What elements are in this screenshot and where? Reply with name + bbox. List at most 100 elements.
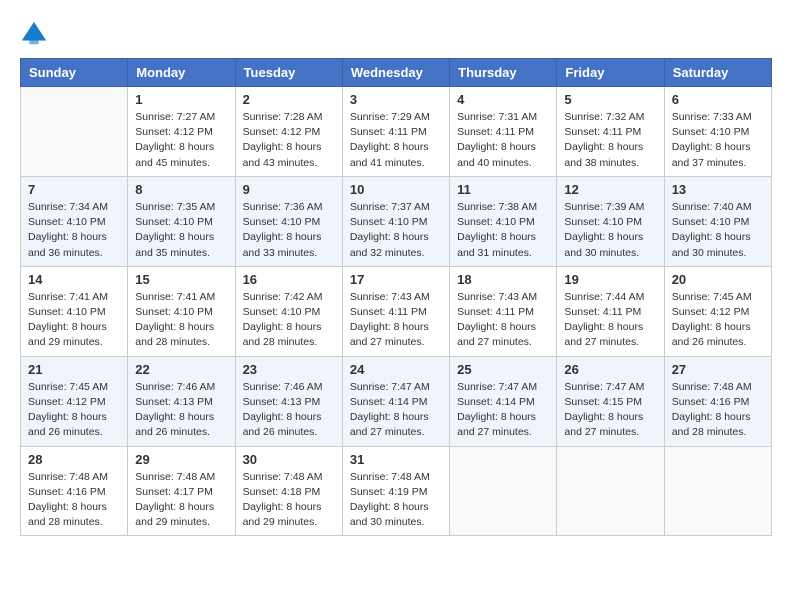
- day-info: Sunrise: 7:48 AMSunset: 4:18 PMDaylight:…: [243, 470, 335, 531]
- day-info: Sunrise: 7:41 AMSunset: 4:10 PMDaylight:…: [28, 290, 120, 351]
- day-number: 17: [350, 272, 442, 287]
- day-info: Sunrise: 7:48 AMSunset: 4:16 PMDaylight:…: [672, 380, 764, 441]
- calendar-cell: [21, 87, 128, 177]
- calendar-week-row: 1 Sunrise: 7:27 AMSunset: 4:12 PMDaylight…: [21, 87, 772, 177]
- calendar-cell: 31 Sunrise: 7:48 AMSunset: 4:19 PMDayligh…: [342, 446, 449, 536]
- calendar-cell: 20 Sunrise: 7:45 AMSunset: 4:12 PMDayligh…: [664, 266, 771, 356]
- day-info: Sunrise: 7:45 AMSunset: 4:12 PMDaylight:…: [28, 380, 120, 441]
- day-info: Sunrise: 7:41 AMSunset: 4:10 PMDaylight:…: [135, 290, 227, 351]
- calendar-cell: 23Sunrise: 7:46 AMSunset: 4:13 PMDayligh…: [235, 356, 342, 446]
- calendar-cell: 25Sunrise: 7:47 AMSunset: 4:14 PMDayligh…: [450, 356, 557, 446]
- calendar-cell: 13 Sunrise: 7:40 AMSunset: 4:10 PMDayligh…: [664, 176, 771, 266]
- day-info: Sunrise: 7:43 AMSunset: 4:11 PMDaylight:…: [350, 290, 442, 351]
- day-number: 8: [135, 182, 227, 197]
- day-number: 25: [457, 362, 549, 377]
- day-number: 27: [672, 362, 764, 377]
- day-info: Sunrise: 7:45 AMSunset: 4:12 PMDaylight:…: [672, 290, 764, 351]
- calendar-header-saturday: Saturday: [664, 59, 771, 87]
- day-number: 26: [564, 362, 656, 377]
- day-info: Sunrise: 7:47 AMSunset: 4:14 PMDaylight:…: [350, 380, 442, 441]
- day-info: Sunrise: 7:48 AMSunset: 4:19 PMDaylight:…: [350, 470, 442, 531]
- day-number: 29: [135, 452, 227, 467]
- calendar-cell: [664, 446, 771, 536]
- calendar-cell: 12 Sunrise: 7:39 AMSunset: 4:10 PMDayligh…: [557, 176, 664, 266]
- calendar-week-row: 21 Sunrise: 7:45 AMSunset: 4:12 PMDayligh…: [21, 356, 772, 446]
- day-number: 2: [243, 92, 335, 107]
- calendar-cell: 26 Sunrise: 7:47 AMSunset: 4:15 PMDayligh…: [557, 356, 664, 446]
- calendar-cell: 4 Sunrise: 7:31 AMSunset: 4:11 PMDaylight…: [450, 87, 557, 177]
- day-info: Sunrise: 7:34 AMSunset: 4:10 PMDaylight:…: [28, 200, 120, 261]
- calendar-cell: 1 Sunrise: 7:27 AMSunset: 4:12 PMDaylight…: [128, 87, 235, 177]
- day-number: 10: [350, 182, 442, 197]
- calendar-cell: 30 Sunrise: 7:48 AMSunset: 4:18 PMDayligh…: [235, 446, 342, 536]
- day-info: Sunrise: 7:36 AMSunset: 4:10 PMDaylight:…: [243, 200, 335, 261]
- day-info: Sunrise: 7:35 AMSunset: 4:10 PMDaylight:…: [135, 200, 227, 261]
- day-info: Sunrise: 7:47 AMSunset: 4:15 PMDaylight:…: [564, 380, 656, 441]
- calendar-cell: 14Sunrise: 7:41 AMSunset: 4:10 PMDayligh…: [21, 266, 128, 356]
- calendar-week-row: 28Sunrise: 7:48 AMSunset: 4:16 PMDayligh…: [21, 446, 772, 536]
- day-info: Sunrise: 7:28 AMSunset: 4:12 PMDaylight:…: [243, 110, 335, 171]
- calendar-week-row: 14Sunrise: 7:41 AMSunset: 4:10 PMDayligh…: [21, 266, 772, 356]
- calendar-header-friday: Friday: [557, 59, 664, 87]
- day-number: 1: [135, 92, 227, 107]
- day-number: 6: [672, 92, 764, 107]
- day-number: 11: [457, 182, 549, 197]
- calendar-cell: 2 Sunrise: 7:28 AMSunset: 4:12 PMDaylight…: [235, 87, 342, 177]
- day-info: Sunrise: 7:48 AMSunset: 4:17 PMDaylight:…: [135, 470, 227, 531]
- calendar-header-tuesday: Tuesday: [235, 59, 342, 87]
- calendar-cell: 16 Sunrise: 7:42 AMSunset: 4:10 PMDayligh…: [235, 266, 342, 356]
- calendar-cell: 18Sunrise: 7:43 AMSunset: 4:11 PMDayligh…: [450, 266, 557, 356]
- day-number: 12: [564, 182, 656, 197]
- logo-icon: [20, 20, 48, 48]
- day-info: Sunrise: 7:46 AMSunset: 4:13 PMDaylight:…: [243, 380, 335, 441]
- calendar-cell: 22 Sunrise: 7:46 AMSunset: 4:13 PMDayligh…: [128, 356, 235, 446]
- day-info: Sunrise: 7:29 AMSunset: 4:11 PMDaylight:…: [350, 110, 442, 171]
- calendar-cell: 21 Sunrise: 7:45 AMSunset: 4:12 PMDayligh…: [21, 356, 128, 446]
- day-number: 22: [135, 362, 227, 377]
- day-number: 31: [350, 452, 442, 467]
- calendar-header-wednesday: Wednesday: [342, 59, 449, 87]
- day-number: 5: [564, 92, 656, 107]
- calendar-cell: 27 Sunrise: 7:48 AMSunset: 4:16 PMDayligh…: [664, 356, 771, 446]
- day-number: 4: [457, 92, 549, 107]
- day-info: Sunrise: 7:46 AMSunset: 4:13 PMDaylight:…: [135, 380, 227, 441]
- calendar-week-row: 7 Sunrise: 7:34 AMSunset: 4:10 PMDaylight…: [21, 176, 772, 266]
- day-number: 19: [564, 272, 656, 287]
- calendar-cell: 5Sunrise: 7:32 AMSunset: 4:11 PMDaylight…: [557, 87, 664, 177]
- calendar-cell: 24Sunrise: 7:47 AMSunset: 4:14 PMDayligh…: [342, 356, 449, 446]
- day-info: Sunrise: 7:38 AMSunset: 4:10 PMDaylight:…: [457, 200, 549, 261]
- calendar-cell: 7 Sunrise: 7:34 AMSunset: 4:10 PMDaylight…: [21, 176, 128, 266]
- calendar-cell: 15 Sunrise: 7:41 AMSunset: 4:10 PMDayligh…: [128, 266, 235, 356]
- day-info: Sunrise: 7:39 AMSunset: 4:10 PMDaylight:…: [564, 200, 656, 261]
- calendar-cell: 10Sunrise: 7:37 AMSunset: 4:10 PMDayligh…: [342, 176, 449, 266]
- calendar-header-thursday: Thursday: [450, 59, 557, 87]
- day-number: 15: [135, 272, 227, 287]
- day-info: Sunrise: 7:33 AMSunset: 4:10 PMDaylight:…: [672, 110, 764, 171]
- calendar-cell: 6 Sunrise: 7:33 AMSunset: 4:10 PMDaylight…: [664, 87, 771, 177]
- day-info: Sunrise: 7:40 AMSunset: 4:10 PMDaylight:…: [672, 200, 764, 261]
- day-number: 21: [28, 362, 120, 377]
- day-number: 20: [672, 272, 764, 287]
- day-number: 30: [243, 452, 335, 467]
- day-info: Sunrise: 7:27 AMSunset: 4:12 PMDaylight:…: [135, 110, 227, 171]
- day-info: Sunrise: 7:42 AMSunset: 4:10 PMDaylight:…: [243, 290, 335, 351]
- calendar-cell: 17 Sunrise: 7:43 AMSunset: 4:11 PMDayligh…: [342, 266, 449, 356]
- day-info: Sunrise: 7:48 AMSunset: 4:16 PMDaylight:…: [28, 470, 120, 531]
- day-info: Sunrise: 7:31 AMSunset: 4:11 PMDaylight:…: [457, 110, 549, 171]
- calendar-header-sunday: Sunday: [21, 59, 128, 87]
- calendar-header-row: SundayMondayTuesdayWednesdayThursdayFrid…: [21, 59, 772, 87]
- calendar-cell: 19 Sunrise: 7:44 AMSunset: 4:11 PMDayligh…: [557, 266, 664, 356]
- day-info: Sunrise: 7:44 AMSunset: 4:11 PMDaylight:…: [564, 290, 656, 351]
- calendar-cell: 11 Sunrise: 7:38 AMSunset: 4:10 PMDayligh…: [450, 176, 557, 266]
- day-number: 3: [350, 92, 442, 107]
- logo: [20, 20, 52, 48]
- day-number: 13: [672, 182, 764, 197]
- calendar-cell: 28Sunrise: 7:48 AMSunset: 4:16 PMDayligh…: [21, 446, 128, 536]
- day-number: 16: [243, 272, 335, 287]
- page-header: [20, 20, 772, 48]
- calendar-cell: 8 Sunrise: 7:35 AMSunset: 4:10 PMDaylight…: [128, 176, 235, 266]
- calendar-header-monday: Monday: [128, 59, 235, 87]
- day-number: 7: [28, 182, 120, 197]
- day-number: 9: [243, 182, 335, 197]
- calendar-table: SundayMondayTuesdayWednesdayThursdayFrid…: [20, 58, 772, 536]
